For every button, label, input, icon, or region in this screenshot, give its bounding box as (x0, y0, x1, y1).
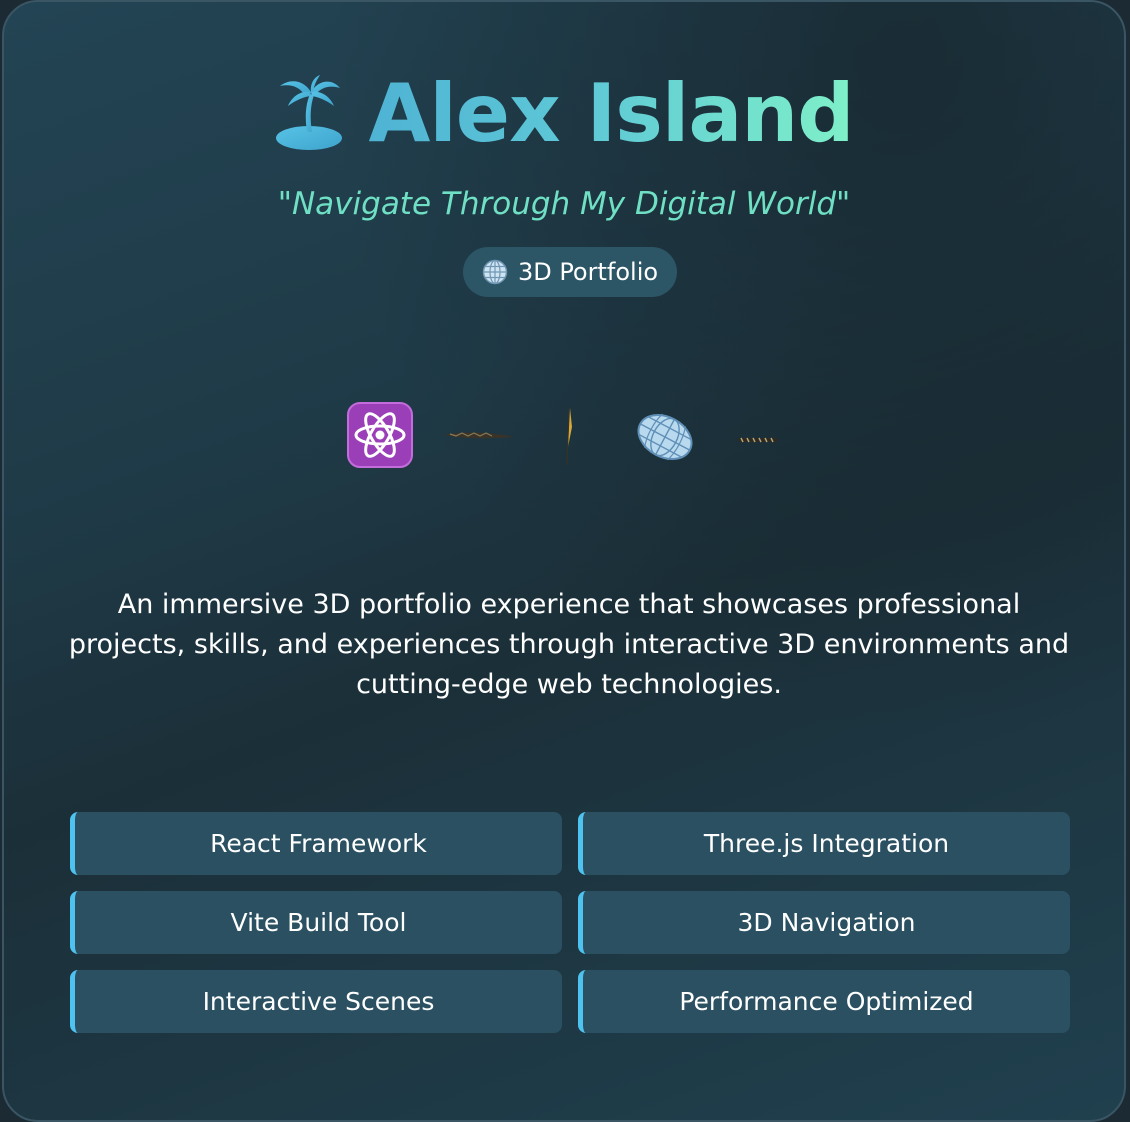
globe-mesh-icon (634, 409, 696, 469)
feature-grid: React Framework Three.js Integration Vit… (70, 812, 1070, 1033)
page-title: Alex Island (368, 67, 854, 160)
feature-item: 3D Navigation (578, 891, 1070, 954)
rotating-shape-icon (442, 427, 516, 447)
atom-icon (347, 402, 413, 472)
title-row: Alex Island (4, 66, 1124, 162)
tagline: "Navigate Through My Digital World" (277, 186, 851, 222)
rotating-shape-icon (737, 430, 779, 449)
globe-icon (482, 259, 508, 285)
feature-item: Three.js Integration (578, 812, 1070, 875)
tech-icons-row (4, 397, 1124, 477)
desert-island-icon (274, 74, 344, 154)
rotating-shape-icon (562, 407, 576, 471)
feature-item: Interactive Scenes (70, 970, 562, 1033)
project-description: An immersive 3D portfolio experience tha… (68, 589, 1070, 700)
badge-label: 3D Portfolio (517, 258, 659, 286)
feature-item: React Framework (70, 812, 562, 875)
project-card: Alex Island "Navigate Through My Digital… (2, 0, 1126, 1122)
feature-item: Vite Build Tool (70, 891, 562, 954)
category-badge: 3D Portfolio (463, 247, 677, 297)
feature-item: Performance Optimized (578, 970, 1070, 1033)
